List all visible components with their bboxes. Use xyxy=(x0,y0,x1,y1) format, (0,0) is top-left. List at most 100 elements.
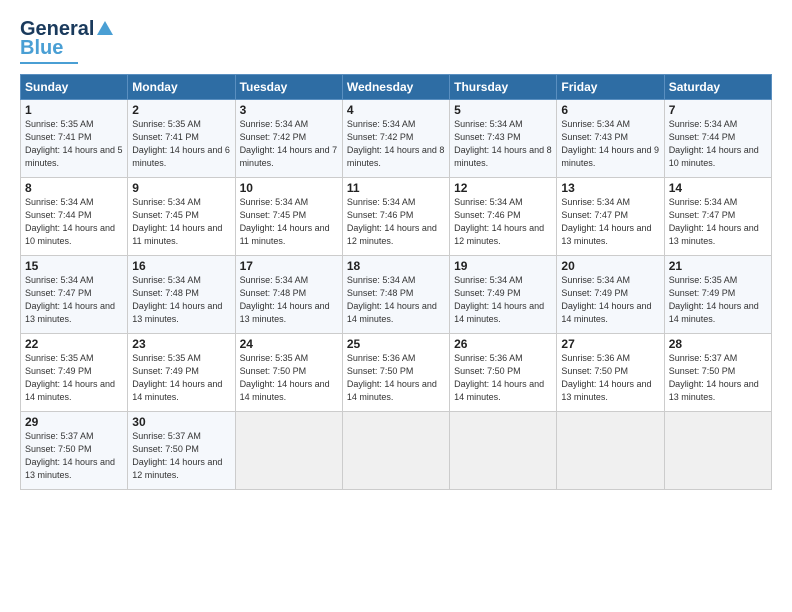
calendar-cell: 14 Sunrise: 5:34 AMSunset: 7:47 PMDaylig… xyxy=(664,178,771,256)
day-number: 25 xyxy=(347,337,445,351)
day-info: Sunrise: 5:35 AMSunset: 7:41 PMDaylight:… xyxy=(25,119,123,168)
calendar-cell: 7 Sunrise: 5:34 AMSunset: 7:44 PMDayligh… xyxy=(664,100,771,178)
calendar-cell: 29 Sunrise: 5:37 AMSunset: 7:50 PMDaylig… xyxy=(21,412,128,490)
calendar-cell: 19 Sunrise: 5:34 AMSunset: 7:49 PMDaylig… xyxy=(450,256,557,334)
day-info: Sunrise: 5:34 AMSunset: 7:44 PMDaylight:… xyxy=(25,197,115,246)
day-number: 24 xyxy=(240,337,338,351)
calendar-week-3: 15 Sunrise: 5:34 AMSunset: 7:47 PMDaylig… xyxy=(21,256,772,334)
calendar-cell: 12 Sunrise: 5:34 AMSunset: 7:46 PMDaylig… xyxy=(450,178,557,256)
calendar-table: SundayMondayTuesdayWednesdayThursdayFrid… xyxy=(20,74,772,490)
day-info: Sunrise: 5:37 AMSunset: 7:50 PMDaylight:… xyxy=(25,431,115,480)
logo-underline xyxy=(20,62,78,64)
calendar-cell: 20 Sunrise: 5:34 AMSunset: 7:49 PMDaylig… xyxy=(557,256,664,334)
calendar-cell xyxy=(342,412,449,490)
day-info: Sunrise: 5:34 AMSunset: 7:44 PMDaylight:… xyxy=(669,119,759,168)
day-number: 17 xyxy=(240,259,338,273)
day-number: 10 xyxy=(240,181,338,195)
day-info: Sunrise: 5:37 AMSunset: 7:50 PMDaylight:… xyxy=(669,353,759,402)
day-info: Sunrise: 5:34 AMSunset: 7:47 PMDaylight:… xyxy=(561,197,651,246)
calendar-cell: 22 Sunrise: 5:35 AMSunset: 7:49 PMDaylig… xyxy=(21,334,128,412)
day-number: 1 xyxy=(25,103,123,117)
day-number: 11 xyxy=(347,181,445,195)
day-info: Sunrise: 5:34 AMSunset: 7:45 PMDaylight:… xyxy=(240,197,330,246)
day-info: Sunrise: 5:36 AMSunset: 7:50 PMDaylight:… xyxy=(347,353,437,402)
day-number: 26 xyxy=(454,337,552,351)
calendar-cell: 17 Sunrise: 5:34 AMSunset: 7:48 PMDaylig… xyxy=(235,256,342,334)
day-number: 30 xyxy=(132,415,230,429)
day-number: 13 xyxy=(561,181,659,195)
calendar-cell: 10 Sunrise: 5:34 AMSunset: 7:45 PMDaylig… xyxy=(235,178,342,256)
calendar-cell: 9 Sunrise: 5:34 AMSunset: 7:45 PMDayligh… xyxy=(128,178,235,256)
day-info: Sunrise: 5:34 AMSunset: 7:49 PMDaylight:… xyxy=(454,275,544,324)
day-number: 3 xyxy=(240,103,338,117)
header-cell-monday: Monday xyxy=(128,75,235,100)
day-info: Sunrise: 5:35 AMSunset: 7:49 PMDaylight:… xyxy=(669,275,759,324)
calendar-cell: 1 Sunrise: 5:35 AMSunset: 7:41 PMDayligh… xyxy=(21,100,128,178)
day-info: Sunrise: 5:34 AMSunset: 7:47 PMDaylight:… xyxy=(25,275,115,324)
day-number: 16 xyxy=(132,259,230,273)
calendar-cell: 6 Sunrise: 5:34 AMSunset: 7:43 PMDayligh… xyxy=(557,100,664,178)
calendar-cell: 30 Sunrise: 5:37 AMSunset: 7:50 PMDaylig… xyxy=(128,412,235,490)
day-info: Sunrise: 5:34 AMSunset: 7:43 PMDaylight:… xyxy=(454,119,552,168)
logo: General Blue xyxy=(20,18,114,64)
header-cell-friday: Friday xyxy=(557,75,664,100)
calendar-cell: 28 Sunrise: 5:37 AMSunset: 7:50 PMDaylig… xyxy=(664,334,771,412)
day-info: Sunrise: 5:34 AMSunset: 7:46 PMDaylight:… xyxy=(454,197,544,246)
day-number: 8 xyxy=(25,181,123,195)
calendar-week-1: 1 Sunrise: 5:35 AMSunset: 7:41 PMDayligh… xyxy=(21,100,772,178)
calendar-header-row: SundayMondayTuesdayWednesdayThursdayFrid… xyxy=(21,75,772,100)
day-info: Sunrise: 5:34 AMSunset: 7:48 PMDaylight:… xyxy=(240,275,330,324)
day-info: Sunrise: 5:34 AMSunset: 7:48 PMDaylight:… xyxy=(132,275,222,324)
day-info: Sunrise: 5:34 AMSunset: 7:46 PMDaylight:… xyxy=(347,197,437,246)
day-info: Sunrise: 5:34 AMSunset: 7:47 PMDaylight:… xyxy=(669,197,759,246)
day-number: 18 xyxy=(347,259,445,273)
calendar-cell: 18 Sunrise: 5:34 AMSunset: 7:48 PMDaylig… xyxy=(342,256,449,334)
logo-blue: Blue xyxy=(20,37,63,60)
day-info: Sunrise: 5:35 AMSunset: 7:41 PMDaylight:… xyxy=(132,119,230,168)
header-cell-tuesday: Tuesday xyxy=(235,75,342,100)
day-info: Sunrise: 5:35 AMSunset: 7:49 PMDaylight:… xyxy=(25,353,115,402)
day-info: Sunrise: 5:34 AMSunset: 7:42 PMDaylight:… xyxy=(240,119,338,168)
day-number: 22 xyxy=(25,337,123,351)
calendar-cell xyxy=(557,412,664,490)
day-number: 7 xyxy=(669,103,767,117)
calendar-cell: 25 Sunrise: 5:36 AMSunset: 7:50 PMDaylig… xyxy=(342,334,449,412)
day-number: 5 xyxy=(454,103,552,117)
calendar-cell: 11 Sunrise: 5:34 AMSunset: 7:46 PMDaylig… xyxy=(342,178,449,256)
header: General Blue xyxy=(20,18,772,64)
calendar-cell: 2 Sunrise: 5:35 AMSunset: 7:41 PMDayligh… xyxy=(128,100,235,178)
day-number: 4 xyxy=(347,103,445,117)
calendar-cell xyxy=(235,412,342,490)
day-number: 20 xyxy=(561,259,659,273)
day-info: Sunrise: 5:36 AMSunset: 7:50 PMDaylight:… xyxy=(561,353,651,402)
calendar-cell xyxy=(450,412,557,490)
calendar-cell xyxy=(664,412,771,490)
day-number: 28 xyxy=(669,337,767,351)
day-info: Sunrise: 5:34 AMSunset: 7:48 PMDaylight:… xyxy=(347,275,437,324)
calendar-cell: 5 Sunrise: 5:34 AMSunset: 7:43 PMDayligh… xyxy=(450,100,557,178)
calendar-week-4: 22 Sunrise: 5:35 AMSunset: 7:49 PMDaylig… xyxy=(21,334,772,412)
day-number: 29 xyxy=(25,415,123,429)
day-number: 2 xyxy=(132,103,230,117)
calendar-body: 1 Sunrise: 5:35 AMSunset: 7:41 PMDayligh… xyxy=(21,100,772,490)
calendar-cell: 23 Sunrise: 5:35 AMSunset: 7:49 PMDaylig… xyxy=(128,334,235,412)
calendar-cell: 15 Sunrise: 5:34 AMSunset: 7:47 PMDaylig… xyxy=(21,256,128,334)
day-info: Sunrise: 5:34 AMSunset: 7:43 PMDaylight:… xyxy=(561,119,659,168)
day-number: 19 xyxy=(454,259,552,273)
day-info: Sunrise: 5:34 AMSunset: 7:42 PMDaylight:… xyxy=(347,119,445,168)
calendar-cell: 24 Sunrise: 5:35 AMSunset: 7:50 PMDaylig… xyxy=(235,334,342,412)
day-number: 15 xyxy=(25,259,123,273)
calendar-cell: 21 Sunrise: 5:35 AMSunset: 7:49 PMDaylig… xyxy=(664,256,771,334)
logo-icon xyxy=(96,19,114,37)
calendar-cell: 26 Sunrise: 5:36 AMSunset: 7:50 PMDaylig… xyxy=(450,334,557,412)
calendar-cell: 8 Sunrise: 5:34 AMSunset: 7:44 PMDayligh… xyxy=(21,178,128,256)
calendar-page: General Blue SundayMondayTuesdayWednesda… xyxy=(0,0,792,612)
day-info: Sunrise: 5:35 AMSunset: 7:49 PMDaylight:… xyxy=(132,353,222,402)
calendar-cell: 27 Sunrise: 5:36 AMSunset: 7:50 PMDaylig… xyxy=(557,334,664,412)
day-number: 21 xyxy=(669,259,767,273)
calendar-cell: 13 Sunrise: 5:34 AMSunset: 7:47 PMDaylig… xyxy=(557,178,664,256)
day-number: 14 xyxy=(669,181,767,195)
calendar-cell: 16 Sunrise: 5:34 AMSunset: 7:48 PMDaylig… xyxy=(128,256,235,334)
calendar-cell: 4 Sunrise: 5:34 AMSunset: 7:42 PMDayligh… xyxy=(342,100,449,178)
day-info: Sunrise: 5:37 AMSunset: 7:50 PMDaylight:… xyxy=(132,431,222,480)
